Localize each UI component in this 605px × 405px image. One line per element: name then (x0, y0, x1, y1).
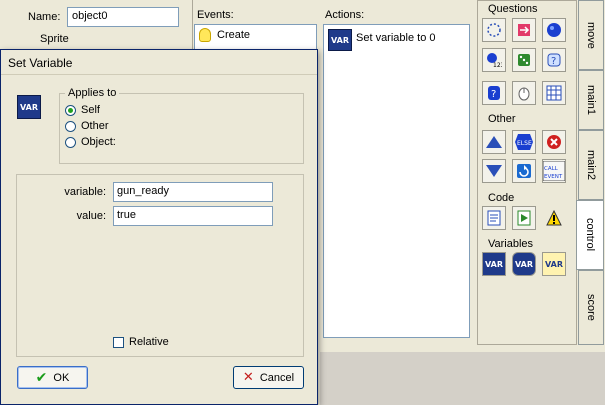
tab-label: main1 (585, 85, 597, 115)
radio-label: Object: (81, 136, 116, 148)
radio-label: Self (81, 104, 100, 116)
sprite-label: Sprite (40, 33, 69, 45)
var-icon: VAR (328, 29, 352, 51)
svg-text:?: ? (551, 56, 556, 67)
test-expression-icon[interactable]: ? (482, 81, 506, 105)
window-bottom (320, 352, 605, 405)
svg-text:123: 123 (493, 62, 502, 68)
relative-checkbox[interactable]: Relative (113, 336, 169, 348)
action-label: Set variable to 0 (356, 32, 436, 44)
ok-label: OK (53, 371, 70, 384)
tab-label: move (585, 21, 597, 49)
set-variable-icon[interactable]: VAR (482, 252, 506, 276)
draw-variable-icon[interactable]: VAR (542, 252, 566, 276)
event-label: Create (217, 29, 251, 41)
events-label: Events: (197, 9, 234, 21)
value-input[interactable]: true (113, 206, 273, 226)
lightbulb-icon (199, 28, 211, 42)
cancel-label: Cancel (259, 371, 295, 384)
object-name-input[interactable]: object0 (67, 7, 179, 27)
tab-move[interactable]: move (578, 0, 604, 70)
radio-label: Other (81, 120, 109, 132)
execute-code-icon[interactable] (482, 206, 506, 230)
else-text: ELSE (517, 140, 532, 147)
action-item-set-variable[interactable]: VAR Set variable to 0 (328, 29, 436, 51)
tab-label: main2 (585, 150, 597, 180)
question-icon[interactable]: ? (542, 48, 566, 72)
test-object-icon[interactable] (542, 18, 566, 42)
svg-text:EVENT: EVENT (544, 174, 563, 180)
dialog-title: Set Variable (8, 56, 73, 70)
section-title-other: Other (488, 113, 516, 125)
section-title-code: Code (488, 192, 515, 204)
repeat-icon[interactable] (512, 159, 536, 183)
svg-text:?: ? (491, 89, 496, 100)
execute-script-icon[interactable] (512, 206, 536, 230)
checkmark-icon: ✔ (35, 369, 48, 386)
tab-main1[interactable]: main1 (578, 70, 604, 130)
actions-list[interactable]: VAR Set variable to 0 (323, 24, 470, 338)
grid-icon[interactable] (542, 81, 566, 105)
tab-score[interactable]: score (578, 270, 604, 345)
applies-other-radio[interactable]: Other (65, 120, 109, 132)
name-label: Name: (28, 11, 61, 23)
tab-main2[interactable]: main2 (578, 130, 604, 200)
tab-control[interactable]: control (576, 200, 604, 270)
applies-object-radio[interactable]: Object: (65, 136, 116, 148)
test-empty-icon[interactable] (482, 18, 506, 42)
actions-label: Actions: (325, 9, 365, 21)
call-event-icon[interactable]: CALL EVENT (542, 159, 566, 183)
mouse-icon[interactable] (512, 81, 536, 105)
set-variable-dialog: Set Variable VAR Applies to Self Other O… (0, 49, 318, 405)
tab-label: score (585, 294, 597, 321)
section-title-variables: Variables (488, 238, 534, 250)
dice-icon[interactable] (512, 48, 536, 72)
section-title-questions: Questions (488, 3, 538, 15)
radio-icon (65, 120, 76, 132)
test-variable-icon[interactable]: VAR (512, 252, 536, 276)
up-triangle-icon[interactable] (482, 130, 506, 154)
radio-icon (65, 136, 76, 148)
dialog-titlebar[interactable]: Set Variable (1, 50, 317, 75)
down-triangle-icon[interactable] (482, 159, 506, 183)
var-icon: VAR (17, 95, 41, 119)
event-item-create[interactable]: Create (199, 28, 250, 42)
exit-icon[interactable] (542, 130, 566, 154)
radio-selected-icon (65, 104, 76, 116)
warning-icon[interactable] (542, 206, 566, 230)
ok-button[interactable]: ✔ OK (17, 366, 88, 389)
value-label: value: (76, 210, 106, 222)
else-icon[interactable]: ELSE (512, 130, 536, 154)
relative-label: Relative (129, 336, 169, 348)
action-palette: Questions 123 ? ? Other ELSE CALL EVENT C… (477, 0, 577, 345)
tab-label: control (584, 218, 596, 252)
test-collision-icon[interactable] (512, 18, 536, 42)
tab-strip: move main1 main2 control score (576, 0, 605, 345)
cancel-button[interactable]: ✕ Cancel (233, 366, 304, 389)
variable-label: variable: (64, 186, 106, 198)
checkbox-icon (113, 336, 124, 348)
variable-input[interactable]: gun_ready (113, 182, 273, 202)
cancel-x-icon: ✕ (242, 370, 254, 385)
svg-text:CALL: CALL (544, 166, 559, 172)
applies-self-radio[interactable]: Self (65, 104, 100, 116)
applies-to-label: Applies to (65, 87, 120, 99)
test-instance-count-icon[interactable]: 123 (482, 48, 506, 72)
